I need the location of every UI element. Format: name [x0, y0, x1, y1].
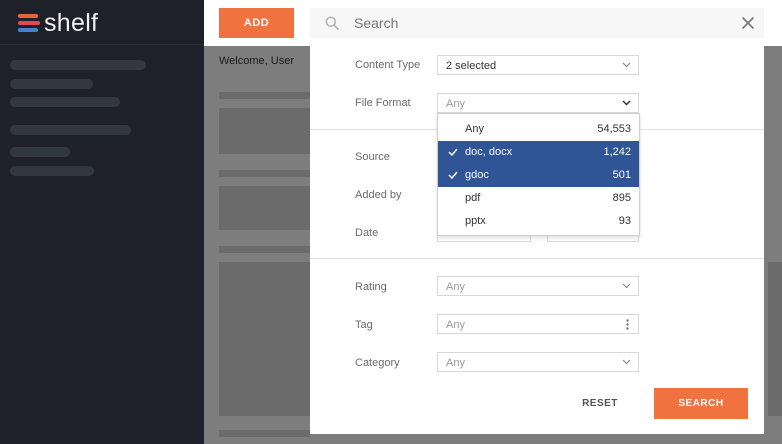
- option-name: doc, docx: [465, 146, 513, 158]
- dropdown-option[interactable]: pdf 895: [438, 187, 639, 210]
- close-icon[interactable]: [740, 15, 756, 31]
- add-button[interactable]: ADD: [219, 8, 294, 38]
- content-placeholder: [219, 246, 310, 253]
- chevron-down-icon: [622, 100, 631, 106]
- dropdown-option[interactable]: Any 54,553: [438, 118, 639, 141]
- search-button[interactable]: SEARCH: [654, 388, 748, 419]
- sidebar-item-placeholder: [10, 166, 94, 176]
- content-placeholder: [768, 262, 782, 416]
- content-type-value: 2 selected: [446, 60, 497, 72]
- option-name: gdoc: [465, 169, 489, 181]
- content-placeholder: [219, 92, 310, 99]
- dropdown-option[interactable]: doc, docx 1,242: [438, 141, 639, 164]
- rating-value: Any: [446, 281, 465, 293]
- sidebar: shelf: [0, 0, 204, 444]
- shelf-logo-icon: [18, 14, 40, 32]
- category-select[interactable]: Any: [437, 352, 639, 372]
- chevron-down-icon: [622, 62, 631, 68]
- file-format-value: Any: [446, 98, 465, 110]
- content-type-select[interactable]: 2 selected: [437, 55, 639, 75]
- reset-button[interactable]: RESET: [570, 393, 630, 413]
- welcome-text: Welcome, User: [219, 55, 294, 67]
- dropdown-option[interactable]: gdoc 501: [438, 164, 639, 187]
- search-bar: [310, 8, 764, 38]
- chevron-down-icon: [622, 359, 631, 365]
- section-divider: [310, 258, 764, 259]
- option-count: 895: [612, 192, 631, 204]
- category-label: Category: [355, 357, 400, 369]
- sidebar-item-placeholder: [10, 60, 146, 70]
- sidebar-divider: [0, 44, 204, 45]
- logo[interactable]: shelf: [18, 8, 99, 37]
- check-icon: [448, 171, 458, 179]
- content-placeholder: [219, 186, 310, 230]
- content-placeholder: [219, 430, 310, 437]
- sidebar-item-placeholder: [10, 147, 70, 157]
- dropdown-option[interactable]: pptx 93: [438, 210, 639, 233]
- sidebar-item-placeholder: [10, 125, 131, 135]
- rating-select[interactable]: Any: [437, 276, 639, 296]
- option-count: 93: [618, 215, 631, 227]
- category-value: Any: [446, 357, 465, 369]
- logo-text: shelf: [44, 8, 99, 37]
- file-format-label: File Format: [355, 97, 411, 109]
- rating-label: Rating: [355, 281, 387, 293]
- content-placeholder: [219, 170, 310, 177]
- option-name: Any: [465, 123, 484, 135]
- tag-value: Any: [446, 319, 465, 331]
- tag-label: Tag: [355, 319, 373, 331]
- check-icon: [448, 148, 458, 156]
- added-by-label: Added by: [355, 189, 402, 201]
- file-format-select[interactable]: Any: [437, 93, 639, 113]
- tag-input[interactable]: Any: [437, 314, 639, 334]
- content-type-label: Content Type: [355, 59, 421, 71]
- date-label: Date: [355, 227, 379, 239]
- content-placeholder: [219, 108, 310, 154]
- more-vertical-icon[interactable]: [626, 319, 629, 330]
- option-count: 1,242: [603, 146, 631, 158]
- option-count: 501: [612, 169, 631, 181]
- file-format-dropdown: Any 54,553 doc, docx 1,242 gdoc 501 pdf …: [437, 113, 640, 236]
- option-count: 54,553: [597, 123, 631, 135]
- option-name: pdf: [465, 192, 481, 204]
- search-input[interactable]: [354, 14, 714, 32]
- source-label: Source: [355, 151, 390, 163]
- content-placeholder: [219, 262, 310, 416]
- search-icon: [325, 16, 339, 30]
- filter-panel: Content Type 2 selected File Format Any …: [310, 38, 764, 434]
- chevron-down-icon: [622, 283, 631, 289]
- option-name: pptx: [465, 215, 486, 227]
- sidebar-item-placeholder: [10, 97, 120, 107]
- sidebar-item-placeholder: [10, 79, 93, 89]
